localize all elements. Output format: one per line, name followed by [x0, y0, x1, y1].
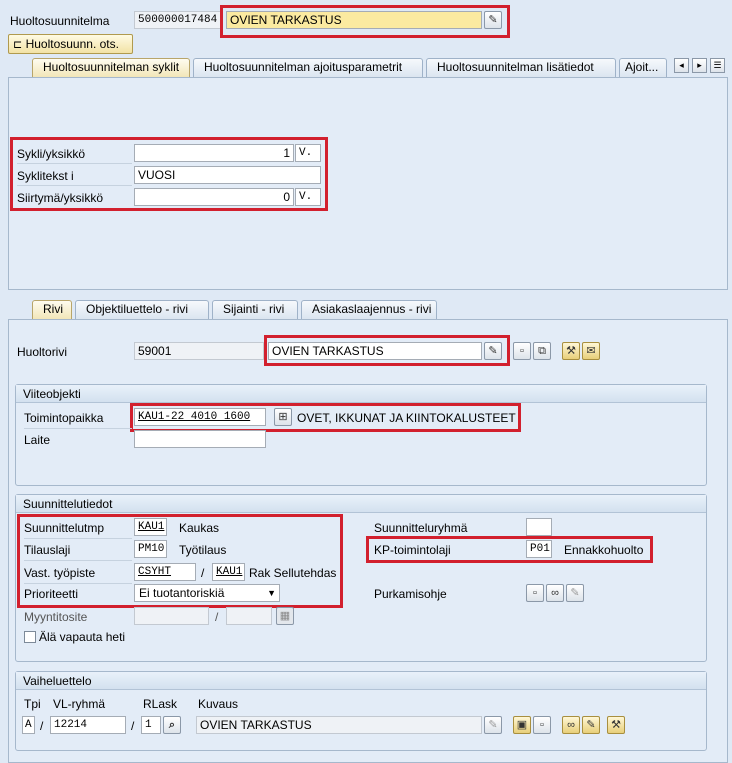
create-document-icon[interactable]: ▫ [513, 342, 531, 360]
sales-doc-item-field [226, 607, 272, 625]
tab-scheduling-params[interactable]: Huoltosuunnitelman ajoitusparametrit [193, 58, 423, 77]
task-slash-2: / [131, 719, 135, 733]
notes-icon[interactable]: ✉ [582, 342, 600, 360]
sales-doc-field [134, 607, 209, 625]
col-desc: Kuvaus [198, 697, 239, 711]
item-label: Huoltorivi [17, 345, 68, 359]
highlight-plan-text [220, 5, 510, 38]
col-group: VL-ryhmä [53, 697, 106, 711]
ref-object-title: Viiteobjekti [16, 385, 706, 403]
display-glasses-icon[interactable]: ∞ [546, 584, 564, 602]
header-button[interactable]: ⊏ Huoltosuunn. ots. [8, 34, 133, 54]
release-checkbox[interactable] [24, 631, 36, 643]
edit-long-text-icon[interactable]: ✎ [484, 716, 502, 734]
assembly-label: Purkamisohje [374, 587, 447, 601]
tab-object-list[interactable]: Objektiluettelo - rivi [75, 300, 209, 319]
display-glasses-icon[interactable]: ∞ [562, 716, 580, 734]
planner-group-label: Suunnitteluryhmä [374, 521, 468, 535]
item-number-field[interactable]: 59001 [134, 342, 264, 360]
task-type-field[interactable]: A [22, 716, 35, 734]
tab-scroll-left-icon[interactable]: ◂ [674, 58, 689, 73]
structure-icon: ▦ [276, 607, 294, 625]
binoculars-icon[interactable]: ⌕ [163, 716, 181, 734]
col-counter: RLask [143, 697, 178, 711]
tab-scheduling[interactable]: Ajoit... [619, 58, 667, 77]
tab-customer-ext[interactable]: Asiakaslaajennus - rivi [301, 300, 437, 319]
col-type: Tpi [24, 697, 41, 711]
planning-title: Suunnittelutiedot [16, 495, 706, 513]
plan-label: Huoltosuunnitelma [10, 14, 110, 28]
tab-item[interactable]: Rivi [32, 300, 72, 319]
highlight-func-loc [130, 403, 521, 432]
equipment-field[interactable] [134, 430, 266, 448]
tab-scroll-right-icon[interactable]: ▸ [692, 58, 707, 73]
task-list-title: Vaiheluettelo [16, 672, 706, 690]
tools-icon[interactable]: ⚒ [562, 342, 580, 360]
highlight-activity [366, 536, 653, 563]
sales-doc-slash: / [215, 610, 219, 624]
ref-object-group: Viiteobjekti [15, 384, 707, 486]
display-task-list-icon[interactable]: ▣ [513, 716, 531, 734]
create-document-icon[interactable]: ▫ [526, 584, 544, 602]
release-label: Älä vapauta heti [39, 630, 126, 644]
task-group-field[interactable]: 12214 [50, 716, 126, 734]
edit-pencil-icon[interactable]: ✎ [582, 716, 600, 734]
tab-cycles[interactable]: Huoltosuunnitelman syklit [32, 58, 190, 77]
plan-number-field[interactable]: 500000017484 [134, 11, 222, 29]
task-slash-1: / [40, 719, 44, 733]
highlight-planning [17, 514, 343, 608]
create-document-icon[interactable]: ▫ [533, 716, 551, 734]
display-document-icon[interactable]: ⧉ [533, 342, 551, 360]
task-counter-field[interactable]: 1 [141, 716, 161, 734]
tab-location[interactable]: Sijainti - rivi [212, 300, 298, 319]
highlight-cycle [10, 137, 328, 211]
task-list-group: Vaiheluettelo [15, 671, 707, 751]
tab-additional-data[interactable]: Huoltosuunnitelman lisätiedot [426, 58, 616, 77]
equipment-label: Laite [24, 433, 51, 447]
highlight-item-text [264, 335, 510, 366]
tab-list-icon[interactable]: ☰ [710, 58, 725, 73]
sales-doc-label: Myyntitosite [24, 610, 88, 624]
header-icon: ⊏ [13, 39, 23, 51]
task-desc-field[interactable]: OVIEN TARKASTUS [196, 716, 482, 734]
planner-group-field[interactable] [526, 518, 552, 536]
func-loc-label: Toimintopaikka [24, 411, 104, 425]
tools-icon[interactable]: ⚒ [607, 716, 625, 734]
separator [24, 428, 132, 429]
edit-pencil-icon[interactable]: ✎ [566, 584, 584, 602]
